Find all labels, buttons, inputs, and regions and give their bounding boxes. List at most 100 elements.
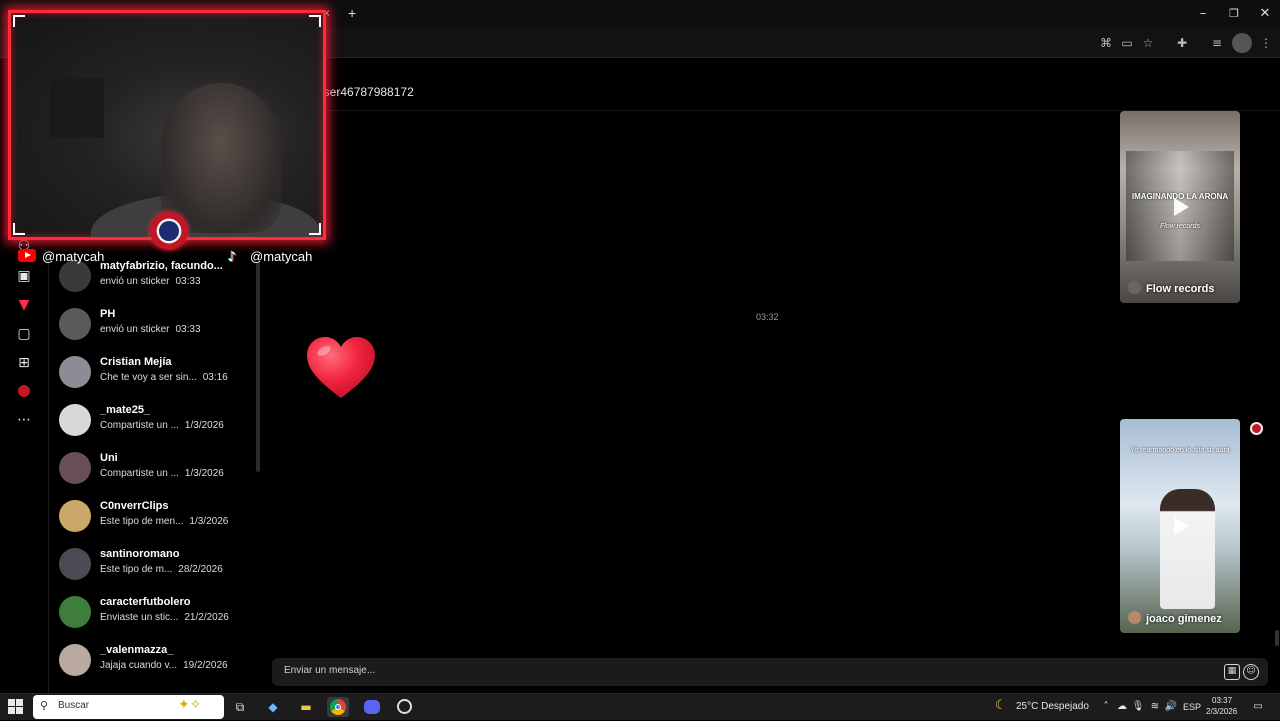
- copilot-icon[interactable]: ◆: [262, 697, 284, 717]
- conversation-avatar: [59, 596, 91, 628]
- conversation-name: Uni: [100, 452, 118, 464]
- conversation-item[interactable]: caracterfutbolero Enviaste un stic... 21/2…: [59, 596, 259, 644]
- new-tab-button[interactable]: +: [348, 5, 356, 21]
- conversation-item[interactable]: santinoromano Este tipo de m... 28/2/2026: [59, 548, 259, 596]
- youtube-handle: @matycah: [18, 248, 104, 266]
- cast-icon[interactable]: ▭: [1117, 33, 1137, 53]
- tiktok-handle: ♪ @matycah: [228, 249, 313, 265]
- shared-video-card[interactable]: IMAGINANDO LA ARONA Flow records Flow re…: [1120, 111, 1240, 303]
- conversation-time: 19/2/2026: [183, 660, 228, 671]
- conversation-item[interactable]: matyfabrizio, facundo... envió un sticker…: [59, 260, 259, 308]
- emoji-icon[interactable]: ☺: [1243, 664, 1259, 680]
- conversation-avatar: [59, 308, 91, 340]
- for-you-icon[interactable]: ▼: [14, 295, 34, 315]
- conversation-item[interactable]: PH envió un sticker 03:33: [59, 308, 259, 356]
- conversation-time: 03:33: [175, 276, 201, 287]
- conversation-list-scrollbar[interactable]: [256, 262, 260, 472]
- conversation-item[interactable]: Cristian Mejía Che te voy a ser sin... 03:…: [59, 356, 259, 404]
- conversation-preview-line: envió un sticker 03:33: [100, 324, 201, 335]
- video-author: Flow records: [1128, 281, 1214, 295]
- shared-video-card[interactable]: Yo rearmando en lo alto su aura joaco gi…: [1120, 419, 1240, 633]
- conversation-preview-line: Che te voy a ser sin... 03:16: [100, 372, 228, 383]
- conversation-preview: envió un sticker: [100, 276, 170, 287]
- minimize-button[interactable]: –: [1188, 4, 1218, 24]
- translate-icon[interactable]: ⌘: [1096, 33, 1116, 53]
- weather-text[interactable]: 25°C Despejado: [1016, 701, 1089, 712]
- play-icon: [1174, 198, 1189, 216]
- clock-date[interactable]: 2/3/2026: [1206, 707, 1237, 716]
- notifications-icon[interactable]: ▭: [1251, 700, 1265, 714]
- windows-start-button[interactable]: [8, 699, 24, 715]
- conversation-preview: Compartiste un ...: [100, 420, 179, 431]
- volume-icon[interactable]: 🔊: [1164, 700, 1178, 714]
- obs-icon[interactable]: [393, 697, 415, 717]
- file-explorer-icon[interactable]: ▬: [295, 697, 317, 717]
- message-timestamp: 03:32: [756, 312, 779, 322]
- sender-avatar[interactable]: [1250, 422, 1263, 435]
- discord-icon[interactable]: [361, 697, 383, 717]
- conversation-preview-line: Compartiste un ... 1/3/2026: [100, 420, 224, 431]
- profile-icon[interactable]: [1232, 33, 1252, 53]
- chat-header-username[interactable]: user46787988172: [317, 85, 414, 99]
- microphone-icon[interactable]: 🎙: [1131, 700, 1145, 714]
- frame-corner: [309, 223, 321, 235]
- wifi-icon[interactable]: ≋: [1148, 700, 1162, 714]
- live-icon[interactable]: ▣: [14, 266, 34, 286]
- tiktok-icon: ♪: [228, 250, 237, 265]
- profile-avatar-icon[interactable]: [14, 382, 34, 402]
- video-overlay-subtext: Flow records: [1159, 223, 1201, 230]
- frame-corner: [13, 223, 25, 235]
- close-window-button[interactable]: ✕: [1250, 4, 1280, 24]
- onedrive-icon[interactable]: ☁: [1115, 700, 1129, 714]
- frame-corner: [13, 15, 25, 27]
- conversation-preview: Este tipo de men...: [100, 516, 184, 527]
- extensions-icon[interactable]: ✚: [1172, 33, 1192, 53]
- conversation-time: 1/3/2026: [184, 420, 224, 431]
- conversation-name: santinoromano: [100, 548, 180, 560]
- conversation-time: 03:33: [175, 324, 201, 335]
- conversation-avatar: [59, 452, 91, 484]
- upload-icon[interactable]: ⊞: [14, 353, 34, 373]
- chat-scrollbar[interactable]: [1275, 630, 1279, 646]
- bookmark-star-icon[interactable]: ☆: [1138, 33, 1158, 53]
- conversation-name: caracterfutbolero: [100, 596, 191, 608]
- tab-search-icon[interactable]: ≡: [1207, 33, 1227, 53]
- weather-moon-icon: ☾: [995, 698, 1007, 713]
- video-player-figure: [1160, 489, 1215, 609]
- conversation-preview-line: Compartiste un ... 1/3/2026: [100, 468, 224, 479]
- messages-icon[interactable]: ▢: [14, 324, 34, 344]
- conversation-item[interactable]: _valenmazza_ Jajaja cuando v... 19/2/2026: [59, 644, 259, 692]
- conversation-time: 03:16: [202, 372, 228, 383]
- conversation-avatar: [59, 356, 91, 388]
- conversation-time: 28/2/2026: [178, 564, 223, 575]
- conversation-name: _mate25_: [100, 404, 151, 416]
- more-icon[interactable]: ⋯: [14, 410, 34, 430]
- taskbar-search[interactable]: ⚲ Buscar ✦✧: [33, 695, 224, 719]
- clock-time[interactable]: 03:37: [1212, 696, 1232, 705]
- conversation-time: 1/3/2026: [189, 516, 229, 527]
- message-placeholder: Enviar un mensaje...: [284, 665, 376, 676]
- language-indicator[interactable]: ESP: [1183, 702, 1201, 712]
- conversation-preview-line: envió un sticker 03:33: [100, 276, 201, 287]
- conversation-item[interactable]: C0nverrClips Este tipo de men... 1/3/2026: [59, 500, 259, 548]
- image-upload-icon[interactable]: ▦: [1224, 664, 1240, 680]
- conversation-preview: Compartiste un ...: [100, 468, 179, 479]
- task-view-icon[interactable]: ⧉: [229, 697, 251, 717]
- conversation-item[interactable]: Uni Compartiste un ... 1/3/2026: [59, 452, 259, 500]
- conversation-name: C0nverrClips: [100, 500, 169, 512]
- conversation-avatar: [59, 404, 91, 436]
- message-input[interactable]: Enviar un mensaje... ▦ ☺: [272, 658, 1268, 686]
- conversation-preview-line: Enviaste un stic... 21/2/2026: [100, 612, 229, 623]
- tray-overflow-icon[interactable]: ˄: [1099, 700, 1113, 714]
- menu-icon[interactable]: ⋮: [1256, 33, 1276, 53]
- chrome-icon[interactable]: [327, 697, 349, 717]
- conversation-preview-line: Este tipo de m... 28/2/2026: [100, 564, 223, 575]
- streamer-face: [161, 83, 281, 233]
- conversation-item[interactable]: _mate25_ Compartiste un ... 1/3/2026: [59, 404, 259, 452]
- restore-button[interactable]: ❐: [1219, 4, 1249, 24]
- wall-picture: [49, 78, 104, 138]
- conversation-avatar: [59, 548, 91, 580]
- conversation-avatar: [59, 644, 91, 676]
- webcam-overlay: [8, 10, 326, 240]
- conversation-list: matyfabrizio, facundo... envió un sticker…: [48, 250, 258, 693]
